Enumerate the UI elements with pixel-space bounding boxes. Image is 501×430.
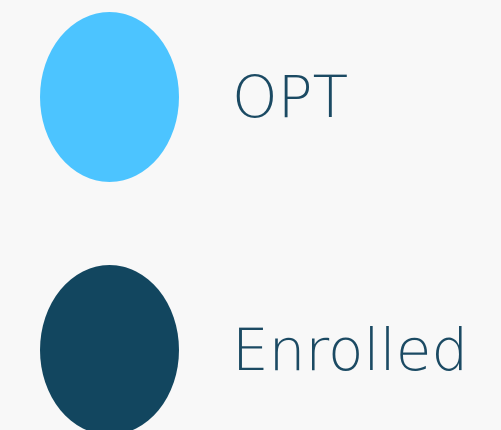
legend-label-enrolled: Enrolled xyxy=(232,316,469,384)
legend-swatch-enrolled xyxy=(40,265,179,430)
chart-legend: OPT Enrolled xyxy=(0,0,501,430)
legend-item-enrolled: Enrolled xyxy=(0,265,501,430)
legend-label-opt: OPT xyxy=(232,63,349,131)
legend-item-opt: OPT xyxy=(0,12,501,182)
legend-swatch-opt xyxy=(40,12,179,182)
